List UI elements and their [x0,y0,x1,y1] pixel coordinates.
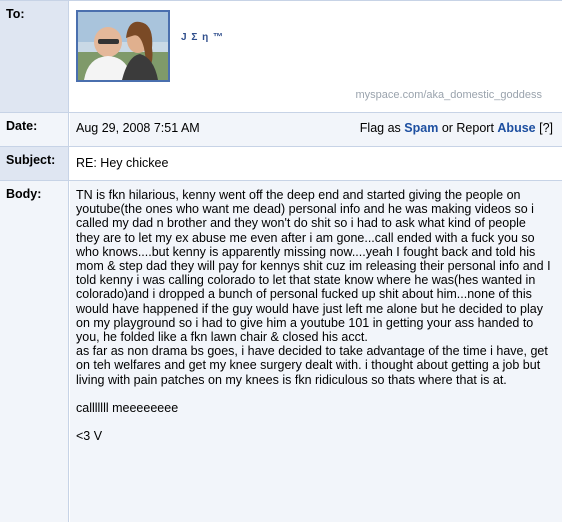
body-row: Body: TN is fkn hilarious, kenny went of… [0,181,562,522]
flag-prefix: Flag as [359,121,401,135]
to-label: To: [0,1,69,112]
message-date: Aug 29, 2008 7:51 AM [76,121,200,135]
spam-link[interactable]: Spam [404,121,438,135]
message-view: To: J Σ η ™ myspace.com/aka_domestic_god… [0,0,562,522]
body-paragraph-call: calllllll meeeeeeee [76,401,179,416]
sender-profile-url: myspace.com/aka_domestic_goddess [355,89,542,101]
flag-or-report: or Report [441,121,494,135]
abuse-link[interactable]: Abuse [497,121,535,135]
date-label: Date: [0,113,69,146]
message-subject: RE: Hey chickee [76,156,169,170]
help-link[interactable]: [?] [539,121,553,135]
subject-value: RE: Hey chickee [70,147,562,180]
sender-name-link[interactable]: J Σ η ™ [181,32,224,43]
sender-photo[interactable] [76,10,170,82]
to-row: To: J Σ η ™ myspace.com/aka_domestic_god… [0,1,562,113]
profile-photo-image [78,12,168,80]
date-value: Aug 29, 2008 7:51 AM Flag as Spam or Rep… [70,113,562,146]
message-body: TN is fkn hilarious, kenny went off the … [76,188,552,444]
body-paragraph-signoff: <3 V [76,429,103,444]
body-paragraph-main: TN is fkn hilarious, kenny went off the … [76,188,551,387]
flag-actions: Flag as Spam or Report Abuse [?] [360,121,553,135]
body-label: Body: [0,181,69,522]
to-value: J Σ η ™ myspace.com/aka_domestic_goddess [70,1,562,112]
subject-row: Subject: RE: Hey chickee [0,147,562,181]
body-value: TN is fkn hilarious, kenny went off the … [70,181,562,522]
date-row: Date: Aug 29, 2008 7:51 AM Flag as Spam … [0,113,562,147]
subject-label: Subject: [0,147,69,180]
